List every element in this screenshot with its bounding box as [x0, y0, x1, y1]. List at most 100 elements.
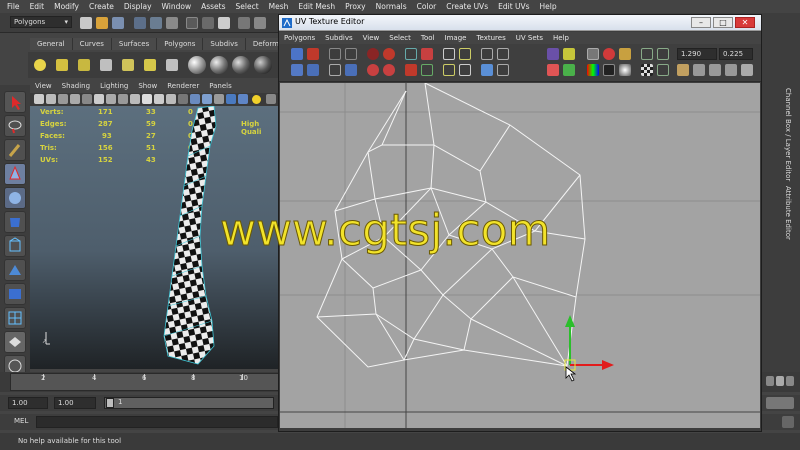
paste-uvs-icon[interactable] — [693, 64, 705, 76]
uv-editor-titlebar[interactable]: UV Texture Editor – □ ✕ — [279, 15, 761, 31]
layout-single-icon[interactable] — [4, 283, 26, 305]
use-all-lights-icon[interactable] — [238, 94, 248, 104]
cut-uv-edges-icon[interactable] — [329, 48, 341, 60]
menu-color[interactable]: Color — [417, 2, 437, 11]
lasso-tool-icon[interactable] — [4, 115, 26, 137]
vmenu-show[interactable]: Show — [138, 82, 157, 93]
texture-icon[interactable] — [166, 59, 178, 71]
phong-sphere-icon[interactable] — [232, 56, 250, 74]
time-slider[interactable]: 2 4 6 8 10 — [10, 373, 280, 391]
paste-v-icon[interactable] — [725, 64, 737, 76]
layout-uvs-icon[interactable] — [405, 48, 417, 60]
unfold-uvs-icon[interactable] — [459, 48, 471, 60]
camera-icon[interactable] — [100, 59, 112, 71]
wireframe-icon[interactable] — [178, 94, 188, 104]
start-time-field[interactable]: 1.00 — [8, 397, 48, 409]
normalize-uvs-icon[interactable] — [497, 48, 509, 60]
mel-input[interactable] — [36, 416, 278, 428]
smooth-shade-icon[interactable] — [190, 94, 200, 104]
layout-persp-outliner-icon[interactable] — [4, 331, 26, 353]
light-icon[interactable] — [34, 59, 46, 71]
layout-four-icon[interactable] — [4, 307, 26, 329]
directional-light-icon[interactable] — [122, 59, 134, 71]
maximize-button[interactable]: □ — [713, 17, 733, 28]
shelf-tab-curves[interactable]: Curves — [72, 38, 112, 50]
vmenu-shading[interactable]: Shading — [62, 82, 90, 93]
snap-grid-icon[interactable] — [186, 17, 198, 29]
range-slider-handle[interactable] — [106, 398, 114, 408]
spot-light-icon[interactable] — [56, 59, 68, 71]
move-and-sew-icon[interactable] — [345, 64, 357, 76]
select-shell-icon[interactable] — [367, 48, 379, 60]
shadows-icon[interactable] — [266, 94, 276, 104]
sew-uv-edges-icon[interactable] — [329, 64, 341, 76]
menu-window[interactable]: Window — [162, 2, 192, 11]
select-by-hierarchy-icon[interactable] — [134, 17, 146, 29]
uvmenu-image[interactable]: Image — [445, 34, 467, 42]
vmenu-panels[interactable]: Panels — [209, 82, 232, 93]
film-gate-icon[interactable] — [106, 94, 116, 104]
dim-image-icon[interactable] — [547, 64, 559, 76]
vmenu-lighting[interactable]: Lighting — [100, 82, 128, 93]
uvmenu-help[interactable]: Help — [553, 34, 569, 42]
shade-uv-icon[interactable] — [619, 48, 631, 60]
vmenu-renderer[interactable]: Renderer — [167, 82, 199, 93]
menu-normals[interactable]: Normals — [376, 2, 407, 11]
copy-uvs-icon[interactable] — [677, 64, 689, 76]
image-toggle-icon[interactable] — [547, 48, 559, 60]
bookmark-icon[interactable] — [46, 94, 56, 104]
default-light-icon[interactable] — [252, 95, 261, 104]
shelf-tab-surfaces[interactable]: Surfaces — [111, 38, 158, 50]
play-forward-icon[interactable] — [776, 376, 784, 386]
unitize-uvs-icon[interactable] — [481, 64, 493, 76]
vmenu-view[interactable]: View — [35, 82, 52, 93]
area-light-icon[interactable] — [78, 59, 90, 71]
mode-dropdown[interactable]: Polygons ▾ — [10, 16, 72, 28]
snap-point-icon[interactable] — [218, 17, 230, 29]
menu-create[interactable]: Create — [89, 2, 114, 11]
tab-attribute-editor[interactable]: Attribute Editor — [784, 186, 792, 240]
menu-select[interactable]: Select — [236, 2, 259, 11]
image-plane-icon[interactable] — [58, 94, 68, 104]
uvmenu-select[interactable]: Select — [389, 34, 411, 42]
minimize-button[interactable]: – — [691, 17, 711, 28]
open-scene-icon[interactable] — [96, 17, 108, 29]
grow-selection-icon[interactable] — [383, 64, 395, 76]
uv-v-field[interactable]: 0.225 — [719, 48, 753, 60]
next-key-button[interactable] — [786, 376, 794, 386]
select-shell-border-icon[interactable] — [383, 48, 395, 60]
show-manipulator-icon[interactable] — [4, 235, 26, 257]
uv-u-field[interactable]: 1.290 — [677, 48, 717, 60]
align-min-v-icon[interactable] — [421, 64, 433, 76]
menu-file[interactable]: File — [7, 2, 20, 11]
snap-to-grid-icon[interactable] — [481, 48, 493, 60]
script-editor-icon[interactable] — [782, 416, 794, 428]
filter-icon[interactable] — [657, 48, 669, 60]
save-scene-icon[interactable] — [112, 17, 124, 29]
ipr-render-icon[interactable] — [254, 17, 266, 29]
straighten-uvs-icon[interactable] — [443, 64, 455, 76]
uvmenu-uv-sets[interactable]: UV Sets — [516, 34, 543, 42]
resolution-gate-icon[interactable] — [118, 94, 128, 104]
align-min-u-icon[interactable] — [421, 48, 433, 60]
menu-assets[interactable]: Assets — [201, 2, 225, 11]
menu-help[interactable]: Help — [540, 2, 557, 11]
select-by-component-icon[interactable] — [166, 17, 178, 29]
range-slider[interactable] — [104, 397, 274, 409]
display-alpha-icon[interactable] — [563, 64, 575, 76]
shelf-tab-subdivs[interactable]: Subdivs — [203, 38, 246, 50]
menu-edit-uvs[interactable]: Edit UVs — [498, 2, 529, 11]
flip-u-icon[interactable] — [291, 48, 303, 60]
textured-icon[interactable] — [226, 94, 236, 104]
paint-select-tool-icon[interactable] — [4, 139, 26, 161]
menu-create-uvs[interactable]: Create UVs — [446, 2, 488, 11]
snap-curve-icon[interactable] — [202, 17, 214, 29]
texture-borders-icon[interactable] — [497, 64, 509, 76]
rotate-cw-icon[interactable] — [307, 64, 319, 76]
material-sphere-icon[interactable] — [188, 56, 206, 74]
menu-edit-mesh[interactable]: Edit Mesh — [298, 2, 335, 11]
select-by-object-icon[interactable] — [150, 17, 162, 29]
pixel-snap-icon[interactable] — [603, 48, 615, 60]
render-icon[interactable] — [238, 17, 250, 29]
wireframe-on-shaded-icon[interactable] — [202, 94, 212, 104]
